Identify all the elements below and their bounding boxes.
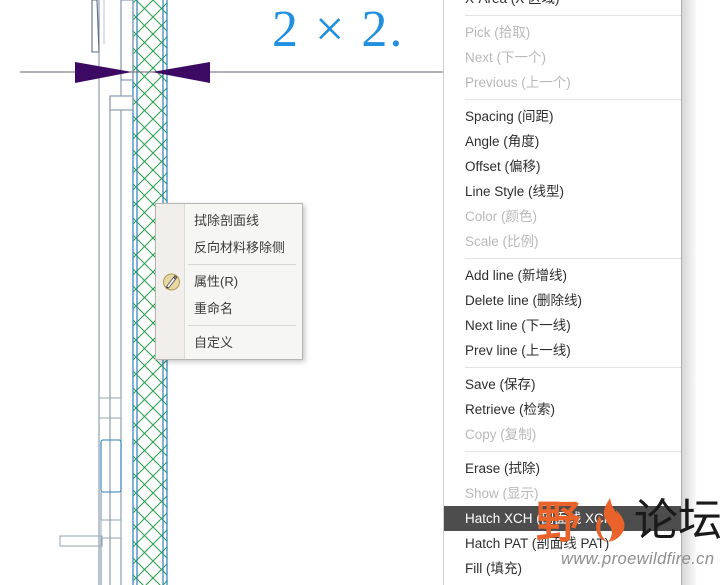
context-menu-item-label: 反向材料移除侧 — [194, 240, 286, 255]
part-geometry — [59, 0, 134, 585]
menu-item-label: Show (显示) — [465, 486, 539, 501]
menu-item-line-style[interactable]: Line Style (线型) — [444, 179, 681, 204]
menu-item-label: Angle (角度) — [465, 134, 540, 149]
menu-item-pick[interactable]: Pick (拾取) — [444, 20, 681, 45]
menu-item-label: Color (颜色) — [465, 209, 538, 224]
context-menu-item-properties[interactable]: 属性(R) — [156, 268, 302, 295]
dimension-line — [20, 62, 450, 83]
menu-item-prev-line[interactable]: Prev line (上一线) — [444, 338, 681, 363]
menu-item-label: Pick (拾取) — [465, 25, 531, 40]
properties-brush-icon — [162, 272, 181, 291]
context-menu-item-label: 自定义 — [194, 335, 234, 350]
menu-item-add-line[interactable]: Add line (新增线) — [444, 263, 681, 288]
context-menu-item-label: 属性(R) — [194, 274, 239, 289]
menu-item-x-area[interactable]: X-Area (X 区域) — [444, 0, 681, 11]
dimension-value-text[interactable]: 2 × 2. — [272, 4, 404, 56]
context-menu-item-erase-hatch[interactable]: 拭除剖面线 — [156, 207, 302, 234]
menu-item-label: Scale (比例) — [465, 234, 539, 249]
menu-panel-drop-shadow — [682, 0, 698, 585]
menu-item-label: Copy (复制) — [465, 427, 537, 442]
context-menu-item-flip-material-side[interactable]: 反向材料移除侧 — [156, 234, 302, 261]
menu-separator — [465, 99, 681, 100]
menu-item-label: X-Area (X 区域) — [465, 0, 560, 6]
menu-item-save[interactable]: Save (保存) — [444, 372, 681, 397]
context-menu-separator — [188, 264, 296, 265]
menu-item-previous[interactable]: Previous (上一个) — [444, 70, 681, 95]
menu-item-next[interactable]: Next (下一个) — [444, 45, 681, 70]
menu-item-next-line[interactable]: Next line (下一线) — [444, 313, 681, 338]
menu-manager-panel[interactable]: X-Area (X 区域) Pick (拾取) Next (下一个) Previ… — [443, 0, 682, 585]
menu-item-spacing[interactable]: Spacing (间距) — [444, 104, 681, 129]
context-menu-item-label: 重命名 — [194, 301, 234, 316]
menu-item-show[interactable]: Show (显示) — [444, 481, 681, 506]
menu-separator — [465, 15, 681, 16]
menu-item-offset[interactable]: Offset (偏移) — [444, 154, 681, 179]
menu-item-label: Delete line (删除线) — [465, 293, 583, 308]
context-menu-item-rename[interactable]: 重命名 — [156, 295, 302, 322]
menu-separator — [465, 451, 681, 452]
menu-item-label: Retrieve (检索) — [465, 402, 556, 417]
menu-item-label: Next (下一个) — [465, 50, 546, 65]
context-menu-item-customize[interactable]: 自定义 — [156, 329, 302, 356]
menu-item-fill[interactable]: Fill (填充) — [444, 556, 681, 581]
menu-item-label: Next line (下一线) — [465, 318, 571, 333]
menu-item-color[interactable]: Color (颜色) — [444, 204, 681, 229]
menu-item-angle[interactable]: Angle (角度) — [444, 129, 681, 154]
menu-separator — [465, 258, 681, 259]
menu-item-scale[interactable]: Scale (比例) — [444, 229, 681, 254]
menu-item-label: Erase (拭除) — [465, 461, 541, 476]
menu-item-erase[interactable]: Erase (拭除) — [444, 456, 681, 481]
menu-item-label: Save (保存) — [465, 377, 536, 392]
menu-item-copy[interactable]: Copy (复制) — [444, 422, 681, 447]
menu-item-label: Line Style (线型) — [465, 184, 565, 199]
menu-item-label: Spacing (间距) — [465, 109, 554, 124]
menu-item-label: Prev line (上一线) — [465, 343, 571, 358]
menu-item-delete-line[interactable]: Delete line (删除线) — [444, 288, 681, 313]
menu-item-label: Hatch XCH (剖面线 XCH) — [465, 511, 619, 526]
menu-item-label: Hatch PAT (剖面线 PAT) — [465, 536, 610, 551]
menu-item-retrieve[interactable]: Retrieve (检索) — [444, 397, 681, 422]
context-menu-item-label: 拭除剖面线 — [194, 213, 260, 228]
menu-item-hatch-pat[interactable]: Hatch PAT (剖面线 PAT) — [444, 531, 681, 556]
menu-item-label: Fill (填充) — [465, 561, 522, 576]
menu-item-label: Offset (偏移) — [465, 159, 541, 174]
screen-root: 2 × 2. 拭除剖面线 反向材料移除侧 属性(R) 重命名 自定义 Pick … — [0, 0, 722, 585]
menu-separator — [465, 367, 681, 368]
hatch-context-menu[interactable]: 拭除剖面线 反向材料移除侧 属性(R) 重命名 自定义 — [155, 203, 303, 360]
menu-item-hatch-xch[interactable]: Hatch XCH (剖面线 XCH) — [444, 506, 681, 531]
menu-item-label: Add line (新增线) — [465, 268, 568, 283]
context-menu-separator — [188, 325, 296, 326]
menu-item-label: Previous (上一个) — [465, 75, 571, 90]
